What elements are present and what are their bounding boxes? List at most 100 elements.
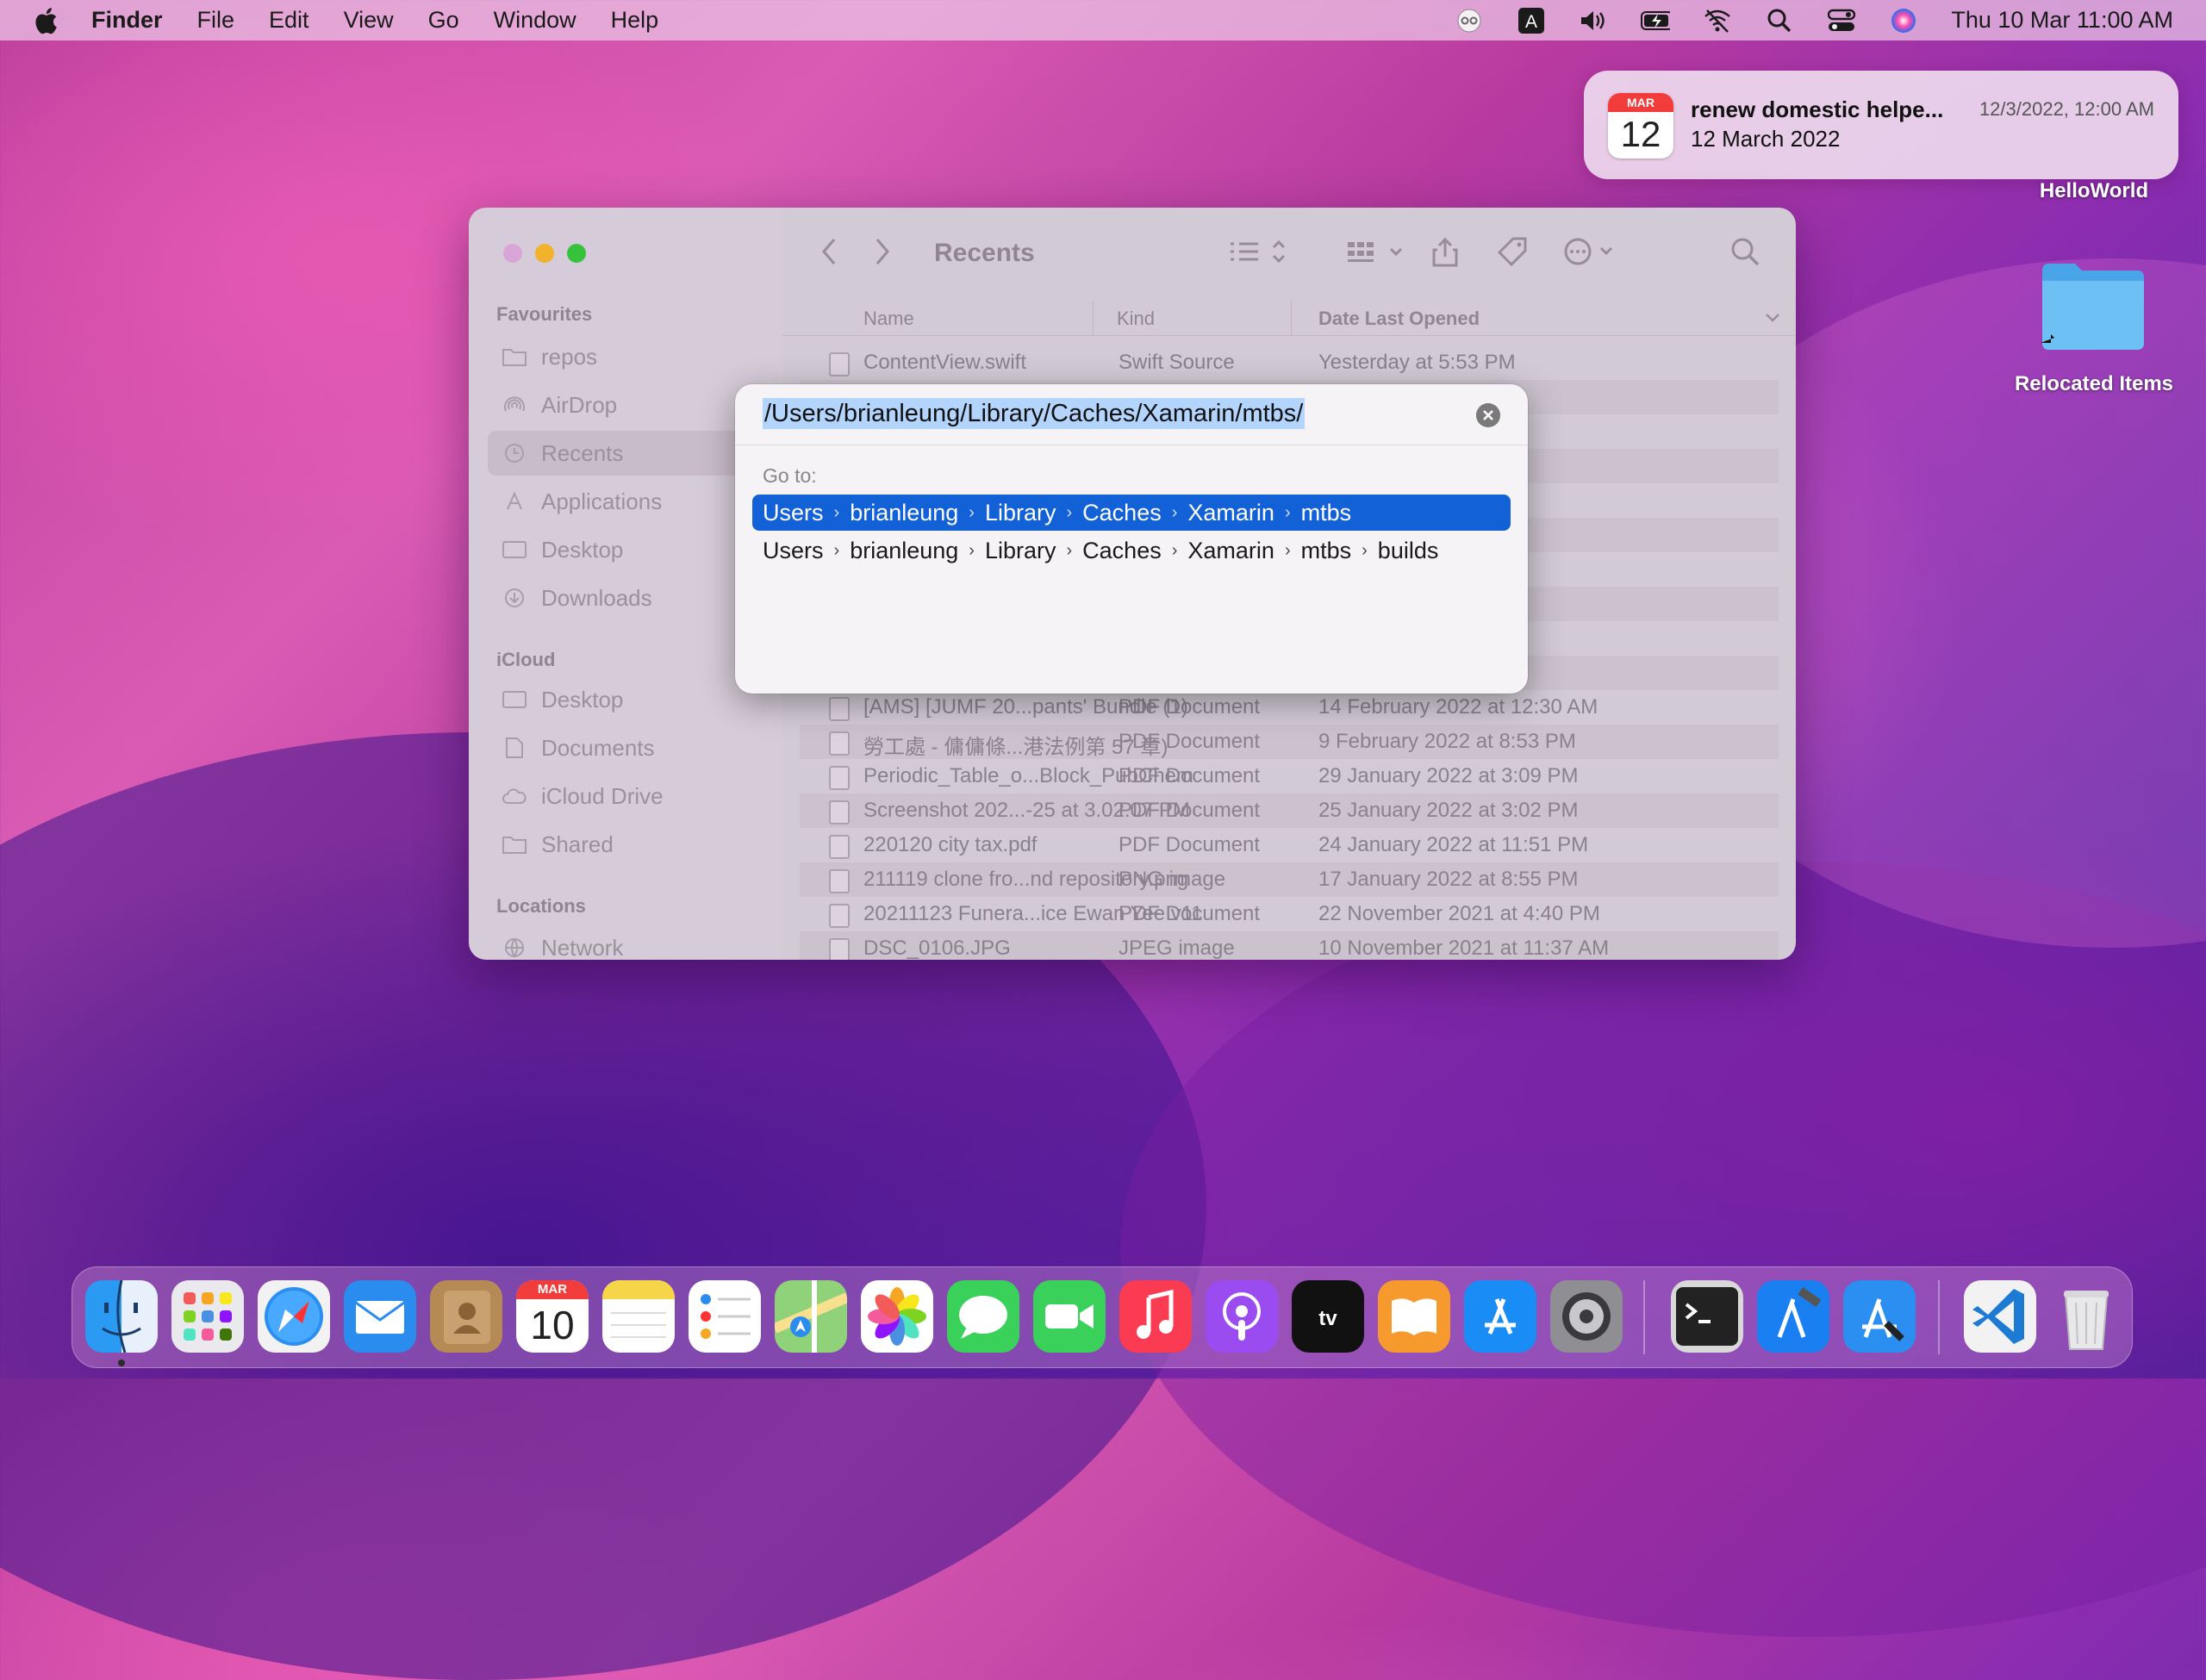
calendar-icon[interactable]: MAR 10 — [516, 1280, 589, 1353]
path-segment: mtbs — [1300, 499, 1352, 526]
cell-kind: PNG image — [1119, 868, 1226, 891]
column-header-name[interactable]: Name — [863, 308, 914, 330]
calendar-notification[interactable]: MAR 12 renew domestic helpe... 12 March … — [1584, 71, 2178, 179]
cell-date: 10 November 2021 at 11:37 AM — [1318, 936, 1610, 960]
facetime-icon[interactable] — [1033, 1280, 1106, 1353]
notes-icon[interactable] — [602, 1280, 675, 1353]
path-input[interactable]: /Users/brianleung/Library/Caches/Xamarin… — [763, 398, 1306, 429]
column-divider[interactable] — [1291, 301, 1293, 335]
file-icon — [829, 731, 850, 756]
table-row[interactable]: 20211123 Funera...ice Ewan Yee v11 PDF Do… — [782, 897, 1796, 931]
search-icon[interactable] — [1730, 237, 1761, 268]
launchpad-icon[interactable] — [171, 1280, 244, 1353]
maps-icon[interactable] — [775, 1280, 847, 1353]
menu-file[interactable]: File — [197, 7, 235, 34]
photos-icon[interactable] — [861, 1280, 933, 1353]
list-view-icon[interactable] — [1227, 237, 1296, 266]
contacts-icon[interactable] — [430, 1280, 502, 1353]
file-icon — [829, 835, 850, 859]
books-icon[interactable] — [1378, 1280, 1450, 1353]
menu-view[interactable]: View — [344, 7, 394, 34]
share-icon[interactable] — [1430, 237, 1460, 268]
column-divider[interactable] — [1093, 301, 1094, 335]
table-row[interactable]: Screenshot 202...-25 at 3.02.07 PM PDF Do… — [800, 793, 1779, 828]
menu-edit[interactable]: Edit — [269, 7, 309, 34]
column-header-date[interactable]: Date Last Opened — [1318, 308, 1480, 330]
menu-window[interactable]: Window — [494, 7, 576, 34]
column-header-kind[interactable]: Kind — [1117, 308, 1155, 330]
path-segment: brianleung — [850, 537, 959, 563]
table-row[interactable]: 勞工處 - 傭傭條...港法例第 57 章) PDF Document 9 Febr… — [800, 725, 1779, 759]
sidebar-item-icloud-drive[interactable]: iCloud Drive — [488, 774, 763, 818]
input-source-icon[interactable]: A — [1517, 6, 1546, 35]
siri-icon[interactable] — [1889, 6, 1918, 35]
terminal-icon[interactable] — [1671, 1280, 1743, 1353]
sidebar-item-recents[interactable]: Recents — [488, 431, 763, 476]
suggestion-item[interactable]: Users › brianleung › Library › Caches › Xamarin ›… — [752, 495, 1511, 531]
music-icon[interactable] — [1119, 1280, 1192, 1353]
menu-go[interactable]: Go — [428, 7, 459, 34]
podcasts-icon[interactable] — [1206, 1280, 1278, 1353]
sidebar-item-applications[interactable]: Applications — [488, 479, 763, 524]
sidebar-item-label: Applications — [541, 488, 663, 514]
messages-icon[interactable] — [947, 1280, 1019, 1353]
sidebar-item-network[interactable]: Network — [488, 925, 763, 960]
cell-kind: PDF Document — [1119, 799, 1261, 822]
apple-icon[interactable] — [33, 6, 59, 35]
zoom-button[interactable] — [567, 244, 586, 263]
mail-icon[interactable] — [344, 1280, 416, 1353]
instruments-icon[interactable] — [1843, 1280, 1916, 1353]
sidebar-item-shared[interactable]: Shared — [488, 822, 763, 867]
system-preferences-icon[interactable] — [1550, 1280, 1623, 1353]
finder-icon[interactable] — [85, 1280, 158, 1353]
sidebar-item-downloads[interactable]: Downloads — [488, 576, 763, 620]
group-icon[interactable] — [1346, 237, 1415, 266]
path-separator: › — [1284, 540, 1291, 560]
wifi-off-icon[interactable] — [1703, 6, 1732, 35]
table-row[interactable]: 211119 clone fro...nd repository.png PNG … — [800, 862, 1779, 897]
table-row[interactable]: [AMS] [JUMF 20...pants' Bundle (1) PDF Do… — [782, 690, 1796, 725]
volume-icon[interactable] — [1579, 6, 1608, 35]
menu-help[interactable]: Help — [611, 7, 659, 34]
sort-chevron-icon[interactable] — [1765, 313, 1780, 323]
path-separator: › — [1171, 540, 1178, 560]
sidebar-item-desktop[interactable]: Desktop — [488, 527, 763, 572]
glasses-status-icon[interactable] — [1455, 6, 1484, 35]
sidebar-item-icloud-desktop[interactable]: Desktop — [488, 677, 763, 722]
forward-icon[interactable] — [872, 237, 893, 266]
sidebar-item-documents[interactable]: Documents — [488, 725, 763, 770]
more-actions-icon[interactable] — [1563, 237, 1623, 266]
desktop-item-relocated-label[interactable]: Relocated Items — [1999, 372, 2189, 396]
table-row[interactable]: Periodic_Table_o...Block_PubChem PDF Docu… — [782, 759, 1796, 793]
close-button[interactable] — [503, 244, 522, 263]
menu-bar-clock[interactable]: Thu 10 Mar 11:00 AM — [1951, 7, 2173, 34]
finder-toolbar: Recents — [782, 208, 1796, 294]
battery-charging-icon[interactable] — [1641, 6, 1671, 35]
minimize-button[interactable] — [535, 244, 554, 263]
spotlight-icon[interactable] — [1765, 6, 1794, 35]
xcode-icon[interactable] — [1757, 1280, 1829, 1353]
desktop-item-helloworld-label[interactable]: HelloWorld — [1999, 179, 2189, 203]
folder-alias-icon[interactable] — [2039, 258, 2147, 352]
tag-icon[interactable] — [1496, 237, 1529, 268]
table-row[interactable]: 220120 city tax.pdf PDF Document 24 Januar… — [782, 828, 1796, 862]
sidebar-item-airdrop[interactable]: AirDrop — [488, 383, 763, 427]
tv-icon[interactable]: tv — [1292, 1280, 1364, 1353]
trash-icon[interactable] — [2050, 1280, 2122, 1353]
safari-icon[interactable] — [258, 1280, 330, 1353]
menu-app-finder[interactable]: Finder — [91, 7, 163, 34]
control-center-icon[interactable] — [1827, 6, 1856, 35]
suggestion-item[interactable]: Users › brianleung › Library › Caches › Xamarin ›… — [752, 532, 1511, 569]
app-store-icon[interactable] — [1464, 1280, 1536, 1353]
clear-icon[interactable] — [1476, 403, 1500, 427]
table-row[interactable]: DSC_0106.JPG JPEG image 10 November 2021 a… — [800, 931, 1779, 960]
path-separator: › — [969, 540, 975, 560]
path-segment: Xamarin — [1187, 537, 1274, 563]
reminders-icon[interactable] — [689, 1280, 761, 1353]
table-row[interactable]: ContentView.swift Swift Source Yesterday a… — [782, 345, 1796, 380]
back-icon[interactable] — [819, 237, 839, 266]
vscode-icon[interactable] — [1964, 1280, 2036, 1353]
sidebar-item-label: Shared — [541, 831, 614, 857]
sidebar-item-repos[interactable]: repos — [488, 334, 763, 379]
sidebar-section-favourites: Favourites — [496, 303, 593, 325]
